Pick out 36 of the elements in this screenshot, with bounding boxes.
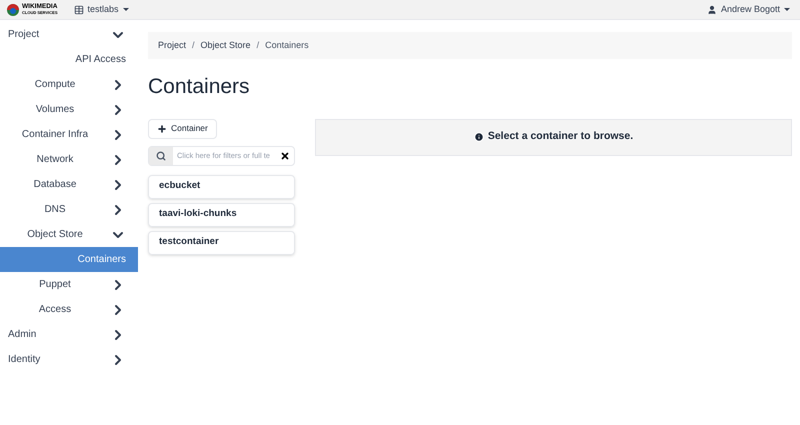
sidebar-item[interactable]: Volumes	[0, 97, 138, 122]
sidebar-item[interactable]: Database	[0, 172, 138, 197]
sidebar-item[interactable]: Project	[0, 22, 138, 47]
container-item[interactable]: ecbucket	[148, 174, 295, 198]
project-menu[interactable]: testlabs	[74, 2, 129, 16]
sidebar-item[interactable]: Container Infra	[0, 122, 138, 147]
breadcrumb-separator: /	[256, 38, 260, 52]
container-item[interactable]: taavi-loki-chunks	[148, 202, 295, 226]
breadcrumb-link[interactable]: Object Store	[200, 38, 251, 52]
caret-icon	[122, 8, 129, 11]
sidebar-item[interactable]: DNS	[0, 197, 138, 222]
sidebar-item[interactable]: Admin	[0, 322, 138, 347]
breadcrumb-link[interactable]: Project	[158, 38, 186, 52]
table-icon	[74, 4, 84, 14]
sidebar-item[interactable]: API Access	[0, 47, 138, 72]
browse-message: Select a container to browse.	[488, 129, 634, 144]
info-icon	[474, 132, 484, 142]
clear-icon[interactable]	[280, 150, 290, 160]
caret-icon	[784, 8, 790, 11]
sidebar-item[interactable]: Access	[0, 297, 138, 322]
add-container-button[interactable]: Container	[148, 118, 217, 138]
user-icon	[706, 4, 717, 14]
breadcrumb-separator: /	[192, 38, 195, 52]
breadcrumb-link[interactable]: Containers	[265, 38, 309, 52]
sidebar-item[interactable]: Puppet	[0, 272, 138, 297]
user-menu[interactable]: Andrew Bogott	[706, 2, 794, 16]
globe-logo-icon	[6, 2, 20, 16]
search-icon	[156, 150, 166, 160]
plus-icon	[157, 124, 167, 134]
sidebar-item[interactable]: Compute	[0, 72, 138, 97]
page-title: Containers	[148, 74, 251, 100]
sidebar-item[interactable]: Identity	[0, 347, 138, 372]
sidebar-item[interactable]: Object Store	[0, 222, 138, 247]
container-item[interactable]: testcontainer	[148, 230, 295, 254]
sidebar-item[interactable]: Network	[0, 147, 138, 172]
sidebar-item[interactable]: Containers	[0, 247, 138, 272]
